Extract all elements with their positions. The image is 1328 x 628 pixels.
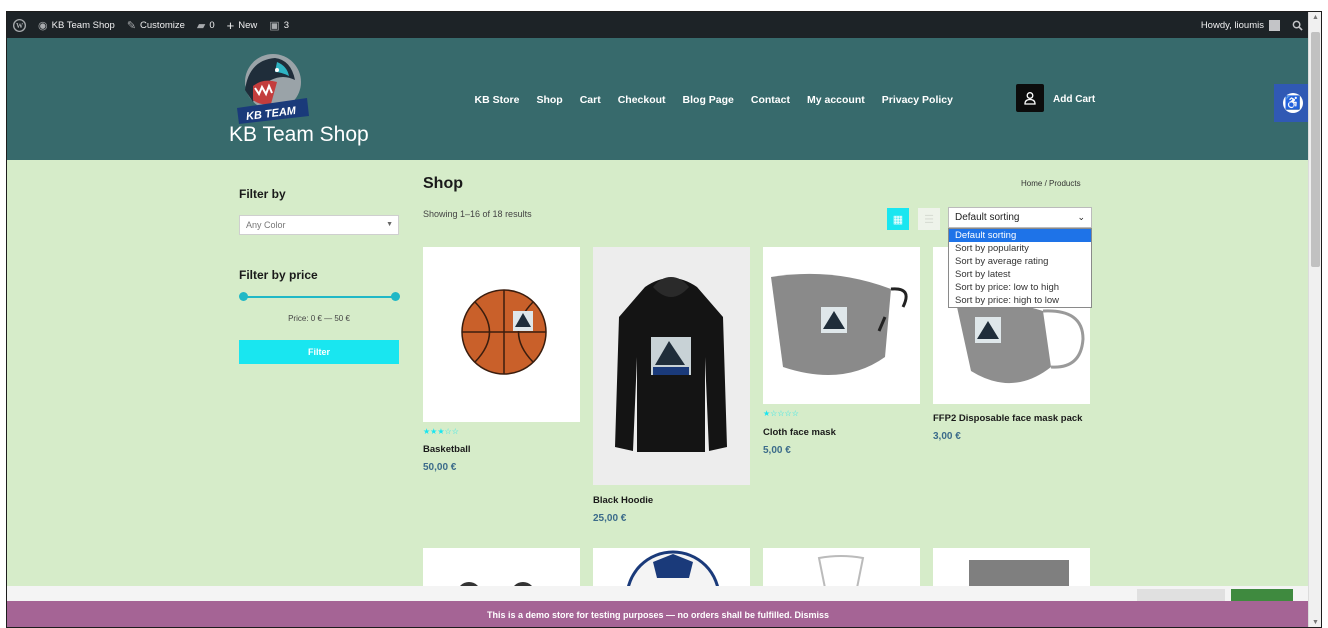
filter-by-price-heading: Filter by price <box>239 268 318 282</box>
account-button[interactable] <box>1016 84 1044 112</box>
filter-by-heading: Filter by <box>239 187 286 201</box>
site-logo[interactable]: KB TEAM <box>231 50 311 126</box>
sort-option-latest[interactable]: Sort by latest <box>949 268 1091 281</box>
site-title[interactable]: KB Team Shop <box>229 123 369 147</box>
updates-count: 3 <box>283 19 289 31</box>
comments-count: 0 <box>209 19 215 31</box>
rating-stars: ★☆☆☆☆ <box>763 409 799 418</box>
product-name[interactable]: Black Hoodie <box>593 495 653 506</box>
price-slider-min-handle[interactable] <box>239 292 248 301</box>
nav-my-account[interactable]: My account <box>798 94 873 106</box>
customize-link[interactable]: ✎ Customize <box>121 12 191 38</box>
sort-option-price-asc[interactable]: Sort by price: low to high <box>949 281 1091 294</box>
price-range-label: Price: 0 € — 50 € <box>288 314 350 323</box>
svg-text:W: W <box>16 22 24 30</box>
admin-search-button[interactable] <box>1286 12 1309 38</box>
sort-option-popularity[interactable]: Sort by popularity <box>949 242 1091 255</box>
nav-shop[interactable]: Shop <box>528 94 571 106</box>
list-icon: ☰ <box>924 213 934 226</box>
customize-label: Customize <box>140 19 185 31</box>
page-title: Shop <box>423 175 463 192</box>
updates-link[interactable]: ▣ 3 <box>263 12 295 38</box>
nav-blog-page[interactable]: Blog Page <box>674 94 742 106</box>
color-filter-select[interactable]: Any Color ▼ <box>239 215 399 235</box>
account-menu[interactable]: Howdy, lioumis <box>1195 12 1286 38</box>
sort-dropdown-list: Default sorting Sort by popularity Sort … <box>948 228 1092 308</box>
sort-select[interactable]: Default sorting ⌄ <box>948 207 1092 228</box>
site-header: KB TEAM KB Team Shop KB Store Shop Cart … <box>7 38 1312 160</box>
accessibility-button[interactable]: ♿ <box>1274 84 1312 122</box>
grid-view-button[interactable]: ▦ <box>887 208 909 230</box>
cloth-mask-image <box>771 273 908 375</box>
product-image-black-hoodie[interactable] <box>593 247 750 485</box>
scrollbar-thumb[interactable] <box>1311 32 1320 267</box>
product-name[interactable]: FFP2 Disposable face mask pack <box>933 413 1082 424</box>
avatar <box>1269 19 1280 31</box>
list-view-button[interactable]: ☰ <box>918 208 940 230</box>
wordpress-icon: W <box>13 18 26 32</box>
product-price: 25,00 € <box>593 513 627 524</box>
product-name[interactable]: Basketball <box>423 444 471 455</box>
grid-icon: ▦ <box>892 213 904 226</box>
yoast-icon: ▣ <box>269 19 280 32</box>
product-image-cloth-face-mask[interactable] <box>763 247 920 404</box>
wordpress-logo-button[interactable]: W <box>7 12 32 38</box>
scroll-down-arrow-icon[interactable]: ▼ <box>1309 617 1321 627</box>
nav-checkout[interactable]: Checkout <box>609 94 674 106</box>
accessibility-icon: ♿ <box>1283 93 1303 113</box>
chevron-down-icon: ▼ <box>386 221 393 228</box>
sort-option-default[interactable]: Default sorting <box>949 229 1091 242</box>
comments-link[interactable]: ▰ 0 <box>191 12 221 38</box>
nav-kb-store[interactable]: KB Store <box>466 94 528 106</box>
greeting: Howdy, lioumis <box>1200 19 1264 31</box>
sort-selected-value: Default sorting <box>955 212 1020 223</box>
result-count: Showing 1–16 of 18 results <box>423 209 532 219</box>
comment-icon: ▰ <box>196 19 206 32</box>
plus-icon: + <box>226 17 235 33</box>
new-label: New <box>238 19 258 31</box>
user-icon <box>1024 92 1036 105</box>
breadcrumb[interactable]: Home / Products <box>1021 179 1081 188</box>
main-navigation: KB Store Shop Cart Checkout Blog Page Co… <box>466 94 961 106</box>
color-filter-value: Any Color <box>246 220 286 230</box>
basketball-image <box>461 289 547 375</box>
sort-option-rating[interactable]: Sort by average rating <box>949 255 1091 268</box>
wp-admin-bar: W ◉ KB Team Shop ✎ Customize ▰ 0 + New ▣… <box>7 12 1309 38</box>
price-slider-max-handle[interactable] <box>391 292 400 301</box>
nav-contact[interactable]: Contact <box>742 94 798 106</box>
browser-viewport: W ◉ KB Team Shop ✎ Customize ▰ 0 + New ▣… <box>6 11 1322 628</box>
demo-store-notice[interactable]: This is a demo store for testing purpose… <box>7 601 1309 627</box>
shark-logo-icon: KB TEAM <box>237 54 309 124</box>
nav-privacy-policy[interactable]: Privacy Policy <box>873 94 961 106</box>
product-price: 50,00 € <box>423 462 457 473</box>
price-slider-track[interactable] <box>243 296 395 298</box>
nav-cart[interactable]: Cart <box>571 94 609 106</box>
hoodie-image <box>615 277 727 452</box>
paintbrush-icon: ✎ <box>126 19 137 32</box>
new-content-link[interactable]: + New <box>221 12 264 38</box>
product-price: 3,00 € <box>933 431 961 442</box>
add-cart-link[interactable]: Add Cart <box>1053 94 1095 105</box>
scroll-up-arrow-icon[interactable]: ▲ <box>1309 12 1321 24</box>
dashboard-icon: ◉ <box>38 19 48 32</box>
chevron-down-icon: ⌄ <box>1077 212 1085 222</box>
product-image-basketball[interactable] <box>423 247 580 422</box>
product-name[interactable]: Cloth face mask <box>763 427 836 438</box>
product-price: 5,00 € <box>763 445 791 456</box>
site-name-link[interactable]: ◉ KB Team Shop <box>32 12 121 38</box>
sort-option-price-desc[interactable]: Sort by price: high to low <box>949 294 1091 307</box>
search-icon <box>1292 20 1303 31</box>
site-name-label: KB Team Shop <box>51 19 115 31</box>
rating-stars: ★★★☆☆ <box>423 427 459 436</box>
vertical-scrollbar[interactable]: ▲ ▼ <box>1308 12 1321 627</box>
filter-button[interactable]: Filter <box>239 340 399 364</box>
